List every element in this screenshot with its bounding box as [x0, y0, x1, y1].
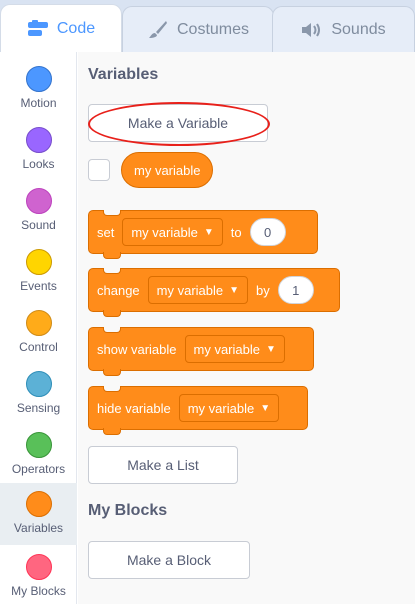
tab-costumes[interactable]: Costumes	[122, 6, 274, 52]
variable-dropdown[interactable]: my variable ▼	[184, 335, 285, 363]
make-list-button[interactable]: Make a List	[88, 446, 238, 484]
category-label: Motion	[20, 96, 57, 110]
dropdown-arrow-icon: ▼	[229, 284, 240, 296]
tab-code-label: Code	[56, 19, 96, 37]
variable-dropdown[interactable]: my variable ▼	[178, 394, 280, 422]
category-operators[interactable]: Operators	[0, 424, 77, 484]
category-variables[interactable]: Variables	[0, 483, 77, 545]
make-block-button[interactable]: Make a Block	[88, 541, 250, 579]
category-looks[interactable]: Looks	[0, 119, 77, 179]
category-label: Looks	[22, 157, 55, 171]
category-control[interactable]: Control	[0, 302, 77, 362]
code-blocks-icon	[27, 19, 49, 39]
category-sound[interactable]: Sound	[0, 180, 77, 240]
block-label: hide variable	[97, 400, 171, 416]
category-label: Sensing	[16, 401, 61, 415]
category-label: Sound	[21, 218, 56, 232]
speaker-icon	[301, 20, 323, 40]
make-variable-button[interactable]: Make a Variable	[88, 104, 268, 142]
category-label: Control	[19, 340, 58, 354]
tab-costumes-label: Costumes	[176, 20, 250, 38]
operators-category-dot-icon	[25, 432, 52, 458]
sound-category-dot-icon	[25, 188, 52, 214]
block-label: show variable	[97, 341, 177, 357]
dropdown-value: my variable	[131, 224, 198, 240]
show-variable-block[interactable]: show variable my variable ▼	[88, 327, 314, 376]
category-label: Variables	[13, 521, 64, 535]
block-label: to	[230, 224, 242, 240]
block-label: by	[256, 282, 270, 298]
paintbrush-icon	[147, 20, 169, 40]
block-label: set	[97, 224, 115, 240]
my-blocks-category-dot-icon	[25, 554, 52, 580]
category-my-blocks[interactable]: My Blocks	[0, 546, 77, 604]
variable-monitor-checkbox[interactable]	[88, 159, 110, 181]
block-palette: Variables Make a Variable my variable se…	[78, 52, 415, 604]
set-variable-block[interactable]: set my variable ▼ to 0	[88, 210, 318, 259]
my-blocks-heading: My Blocks	[88, 502, 168, 519]
dropdown-value: my variable	[187, 400, 255, 416]
category-label: My Blocks	[11, 584, 66, 598]
variable-dropdown[interactable]: my variable ▼	[147, 276, 249, 304]
editor-tab-bar: Code Costumes Sounds	[0, 0, 415, 52]
value-input[interactable]: 1	[277, 276, 314, 304]
block-label: change	[97, 282, 140, 298]
dropdown-value: my variable	[193, 341, 260, 357]
tab-sounds[interactable]: Sounds	[272, 6, 415, 52]
dropdown-value: my variable	[156, 282, 224, 298]
change-variable-block[interactable]: change my variable ▼ by 1	[88, 268, 340, 317]
hide-variable-block[interactable]: hide variable my variable ▼	[88, 386, 308, 435]
sensing-category-dot-icon	[25, 371, 52, 397]
category-events[interactable]: Events	[0, 241, 77, 301]
tab-sounds-label: Sounds	[331, 20, 386, 38]
dropdown-arrow-icon: ▼	[260, 402, 271, 414]
dropdown-arrow-icon: ▼	[203, 226, 214, 238]
category-motion[interactable]: Motion	[0, 58, 77, 118]
category-label: Events	[20, 279, 57, 293]
variable-dropdown[interactable]: my variable ▼	[122, 218, 223, 246]
dropdown-arrow-icon: ▼	[265, 343, 276, 355]
variables-heading: Variables	[88, 66, 159, 83]
control-category-dot-icon	[25, 310, 52, 336]
variable-reporter-block[interactable]: my variable	[121, 152, 214, 188]
events-category-dot-icon	[25, 249, 52, 275]
variables-category-dot-icon	[25, 491, 52, 517]
tab-code[interactable]: Code	[0, 4, 122, 52]
looks-category-dot-icon	[25, 127, 52, 153]
category-label: Operators	[11, 462, 66, 476]
value-input[interactable]: 0	[249, 218, 286, 246]
category-sensing[interactable]: Sensing	[0, 363, 77, 423]
motion-category-dot-icon	[25, 66, 52, 92]
block-category-menu: Motion Looks Sound Events Control Sensin…	[0, 52, 77, 604]
